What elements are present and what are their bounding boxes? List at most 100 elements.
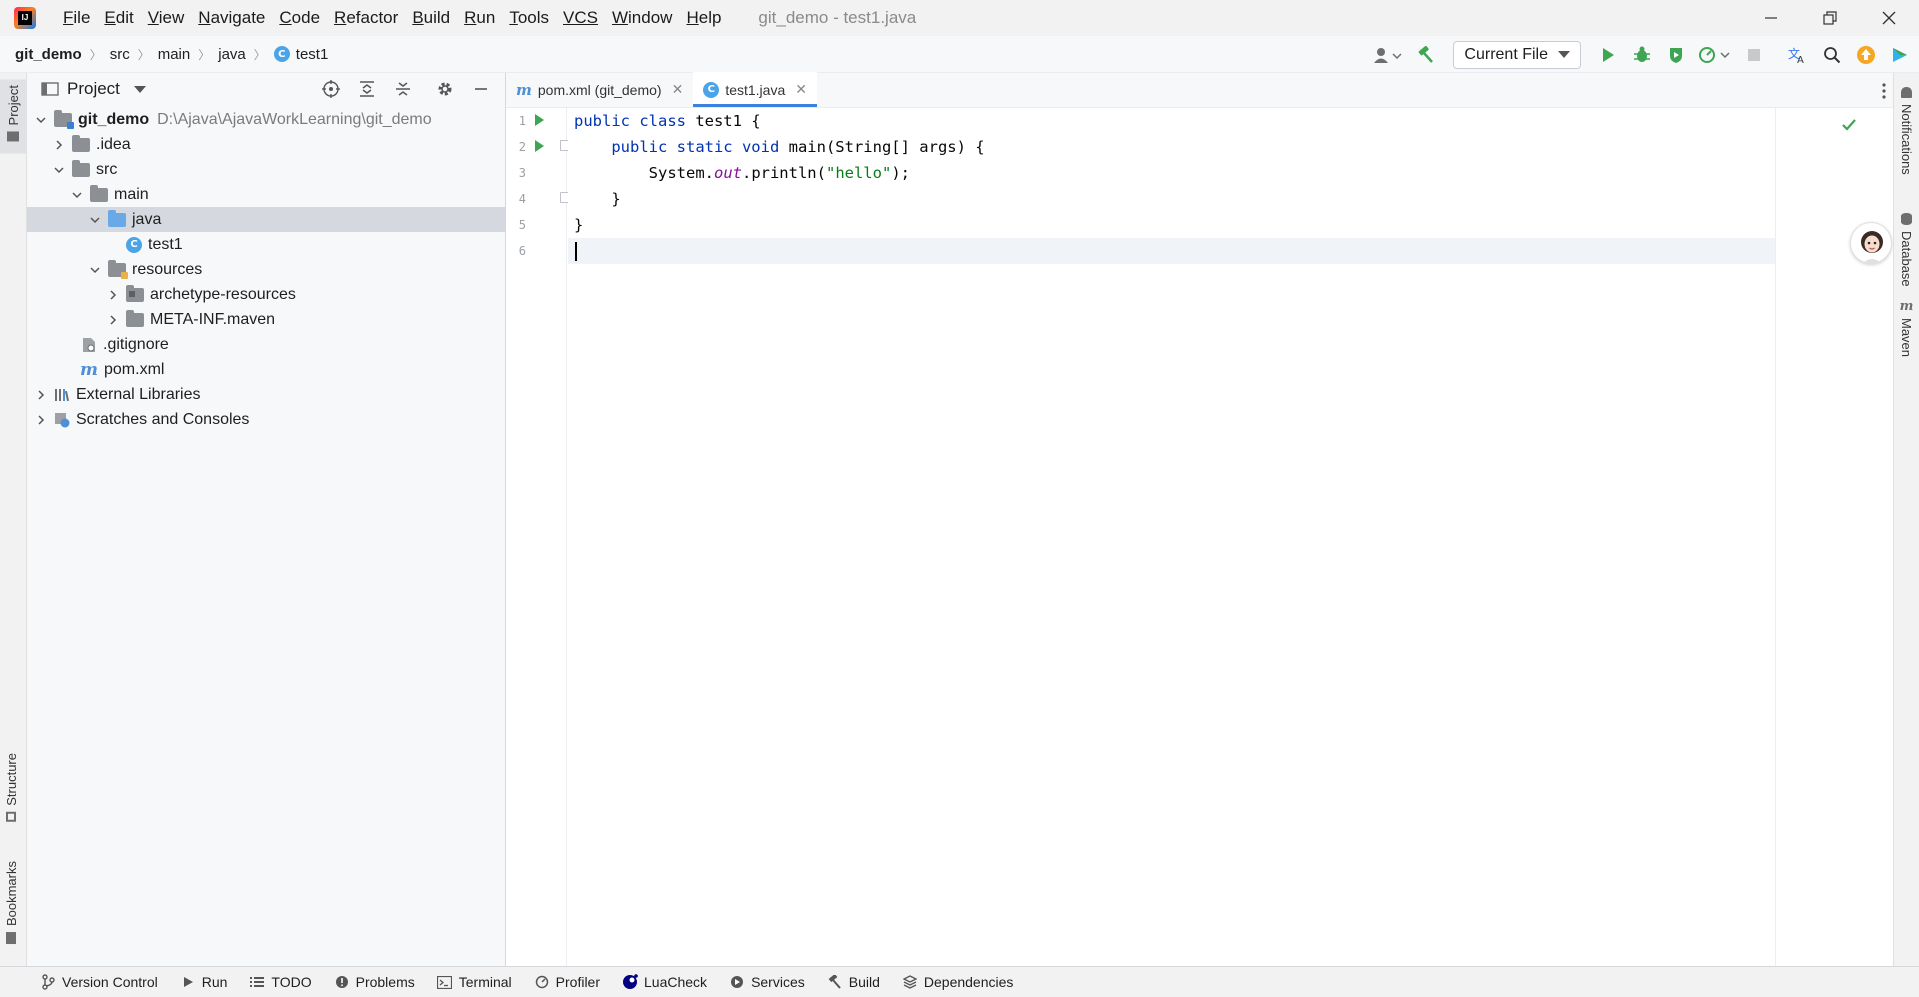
folder-icon — [7, 131, 20, 142]
minimize-button[interactable] — [1742, 0, 1800, 36]
tree-node-git-demo[interactable]: git_demo D:\Ajava\AjavaWorkLearning\git_… — [27, 107, 505, 132]
options-button[interactable] — [429, 74, 461, 104]
chevron-down-icon[interactable] — [33, 112, 49, 128]
tab-test1-java[interactable]: C test1.java ✕ — [693, 72, 817, 107]
tab-problems[interactable]: Problems — [334, 974, 415, 990]
search-everywhere-button[interactable] — [1817, 40, 1847, 70]
project-panel-title[interactable]: Project — [67, 79, 120, 99]
menu-edit[interactable]: Edit — [97, 8, 140, 28]
maven-tool-tab[interactable]: m Maven — [1899, 299, 1914, 357]
breadcrumb-main[interactable]: main — [158, 46, 191, 63]
chevron-right-icon[interactable] — [51, 137, 67, 153]
project-tool-tab[interactable]: Project — [0, 79, 27, 154]
close-tab-icon[interactable]: ✕ — [795, 81, 807, 98]
coverage-button[interactable] — [1661, 40, 1691, 70]
database-tool-tab[interactable]: Database — [1899, 213, 1914, 287]
project-view-icon — [41, 82, 59, 96]
tree-node-test1[interactable]: C test1 — [27, 232, 505, 257]
chevron-right-icon[interactable] — [105, 312, 121, 328]
code-line: public static void main(String[] args) { — [611, 138, 985, 156]
menu-build[interactable]: Build — [405, 8, 457, 28]
intellij-logo-icon: IJ — [14, 7, 36, 29]
tree-node-external-libraries[interactable]: External Libraries — [27, 382, 505, 407]
tab-pom-xml[interactable]: m pom.xml (git_demo) ✕ — [506, 72, 693, 107]
close-tab-icon[interactable]: ✕ — [672, 81, 684, 98]
breadcrumb-separator: 〉 — [89, 47, 102, 62]
build-project-button[interactable] — [1411, 40, 1441, 70]
restore-button[interactable] — [1801, 0, 1859, 36]
chevron-down-icon[interactable] — [87, 212, 103, 228]
stop-button[interactable] — [1739, 40, 1769, 70]
tab-todo[interactable]: TODO — [249, 974, 312, 990]
menu-view[interactable]: View — [141, 8, 192, 28]
bookmarks-tool-tab[interactable]: Bookmarks — [4, 861, 19, 950]
database-icon — [1901, 213, 1912, 225]
tab-terminal[interactable]: Terminal — [437, 974, 512, 990]
tree-node-src[interactable]: src — [27, 157, 505, 182]
chevron-down-icon[interactable] — [133, 85, 146, 93]
notifications-tool-tab[interactable]: Notifications — [1899, 87, 1914, 175]
ide-update-button[interactable] — [1851, 40, 1881, 70]
breadcrumb-separator: 〉 — [198, 47, 211, 62]
tab-luacheck[interactable]: LuaCheck — [622, 974, 707, 990]
chevron-down-icon[interactable] — [87, 262, 103, 278]
menu-vcs[interactable]: VCS — [556, 8, 605, 28]
tab-dependencies[interactable]: Dependencies — [902, 974, 1013, 990]
code-editor[interactable]: public class test1 { public static void … — [568, 108, 1775, 966]
menu-window[interactable]: Window — [605, 8, 679, 28]
tree-node-main[interactable]: main — [27, 182, 505, 207]
translate-button[interactable]: 文A — [1783, 40, 1813, 70]
chevron-down-icon[interactable] — [69, 187, 85, 203]
menu-navigate[interactable]: Navigate — [191, 8, 272, 28]
tree-node-gitignore[interactable]: .gitignore — [27, 332, 505, 357]
run-class-gutter-icon[interactable] — [535, 114, 544, 126]
breadcrumb-separator: 〉 — [253, 47, 266, 62]
tab-profiler[interactable]: Profiler — [534, 974, 600, 990]
expand-all-button[interactable] — [351, 74, 383, 104]
tab-services[interactable]: Services — [729, 974, 805, 990]
tree-node-scratches[interactable]: Scratches and Consoles — [27, 407, 505, 432]
menu-run[interactable]: Run — [457, 8, 502, 28]
breadcrumb-java[interactable]: java — [218, 46, 246, 63]
breadcrumb-test1[interactable]: Ctest1 — [273, 46, 328, 63]
menu-help[interactable]: Help — [679, 8, 728, 28]
structure-tool-tab[interactable]: Structure — [4, 753, 19, 828]
chevron-right-icon[interactable] — [33, 387, 49, 403]
chevron-right-icon[interactable] — [33, 412, 49, 428]
close-button[interactable] — [1860, 0, 1918, 36]
assistant-avatar-icon[interactable] — [1850, 222, 1892, 264]
breadcrumb-separator: 〉 — [137, 47, 150, 62]
tree-node-pom-xml[interactable]: m pom.xml — [27, 357, 505, 382]
debug-button[interactable] — [1627, 40, 1657, 70]
breadcrumb-project[interactable]: git_demo — [15, 46, 82, 63]
menu-code[interactable]: Code — [272, 8, 327, 28]
inspection-ok-icon[interactable] — [1841, 118, 1857, 137]
run-configuration-select[interactable]: Current File — [1453, 40, 1581, 69]
profile-button[interactable] — [1695, 40, 1735, 70]
tab-run[interactable]: Run — [180, 974, 227, 990]
run-main-gutter-icon[interactable] — [535, 140, 544, 152]
tree-node-idea[interactable]: .idea — [27, 132, 505, 157]
tree-node-java[interactable]: java — [27, 207, 505, 232]
project-panel: Project git_demo D:\Ajava\AjavaWorkLearn… — [27, 73, 506, 966]
tab-build[interactable]: Build — [827, 974, 880, 990]
tab-version-control[interactable]: Version Control — [40, 974, 158, 990]
tree-node-meta-inf-maven[interactable]: META-INF.maven — [27, 307, 505, 332]
chevron-down-icon[interactable] — [51, 162, 67, 178]
collapse-all-button[interactable] — [387, 74, 419, 104]
tab-list-menu-button[interactable] — [1881, 73, 1887, 108]
user-account-button[interactable] — [1367, 40, 1407, 70]
menu-tools[interactable]: Tools — [502, 8, 556, 28]
select-opened-file-button[interactable] — [315, 74, 347, 104]
chevron-right-icon[interactable] — [105, 287, 121, 303]
plugin-button[interactable] — [1885, 40, 1915, 70]
project-tree: git_demo D:\Ajava\AjavaWorkLearning\git_… — [27, 107, 505, 432]
run-button[interactable] — [1593, 40, 1623, 70]
menu-refactor[interactable]: Refactor — [327, 8, 405, 28]
hide-panel-button[interactable] — [465, 74, 497, 104]
tree-node-resources[interactable]: resources — [27, 257, 505, 282]
tree-node-archetype-resources[interactable]: archetype-resources — [27, 282, 505, 307]
layers-icon — [902, 974, 918, 990]
breadcrumb-src[interactable]: src — [110, 46, 130, 63]
menu-file[interactable]: File — [56, 8, 97, 28]
